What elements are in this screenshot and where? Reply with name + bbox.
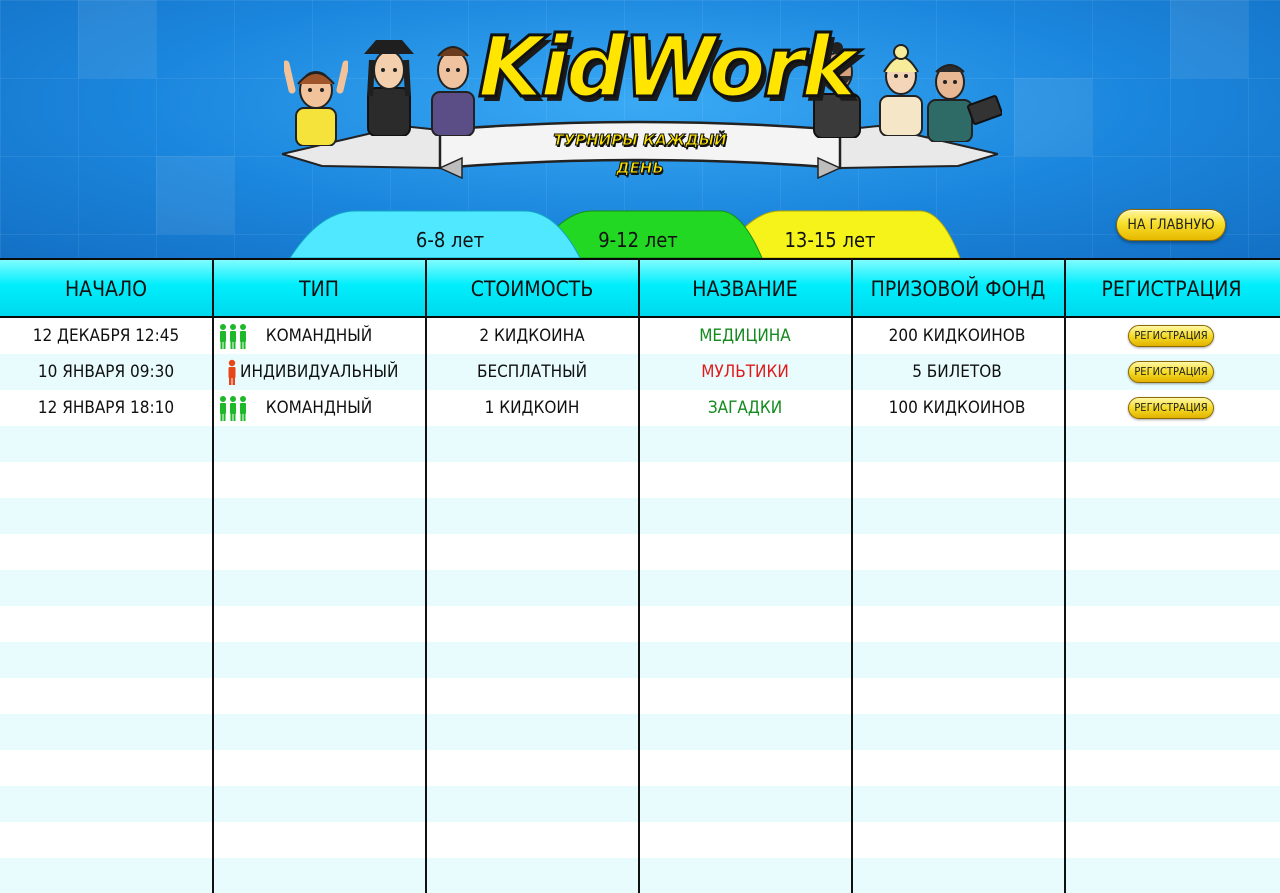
person-icon: [228, 359, 236, 385]
tournament-table: 12 ДЕКАБРЯ 12:45 КОМАНДНЫЙ 2 КИДКОИНА МЕ…: [0, 258, 1280, 893]
tab-9-12[interactable]: 9-12 лет: [558, 225, 718, 255]
column-header-type[interactable]: ТИП: [213, 260, 425, 316]
register-button[interactable]: РЕГИСТРАЦИЯ: [1128, 325, 1214, 347]
cell-cost: 2 КИДКОИНА: [479, 326, 585, 346]
character-girl-wreath: [284, 60, 348, 146]
column-divider: [1064, 258, 1066, 893]
table-row: [0, 462, 1280, 498]
column-header-start[interactable]: НАЧАЛО: [0, 260, 212, 316]
table-row: [0, 606, 1280, 642]
column-header-name[interactable]: НАЗВАНИЕ: [639, 260, 851, 316]
table-header: НАЧАЛО ТИП СТОИМОСТЬ НАЗВАНИЕ ПРИЗОВОЙ Ф…: [0, 258, 1280, 318]
cell-start: 10 ЯНВАРЯ 09:30: [37, 362, 175, 382]
table-row: [0, 714, 1280, 750]
table-row: [0, 678, 1280, 714]
table-row: [0, 426, 1280, 462]
cell-name: МЕДИЦИНА: [699, 326, 791, 346]
cell-start: 12 ДЕКАБРЯ 12:45: [32, 326, 180, 346]
table-row: [0, 750, 1280, 786]
character-blonde-woman: [879, 44, 923, 136]
table-row: [0, 822, 1280, 858]
bg-tile: [1014, 78, 1092, 156]
cell-name: ЗАГАДКИ: [707, 398, 783, 418]
bg-tile: [1170, 0, 1248, 78]
cell-prize: 5 БИЛЕТОВ: [912, 362, 1002, 382]
cell-start: 12 ЯНВАРЯ 18:10: [37, 398, 175, 418]
table-row: [0, 858, 1280, 893]
column-header-registration[interactable]: РЕГИСТРАЦИЯ: [1065, 260, 1278, 316]
table-row: [0, 570, 1280, 606]
cell-prize: 200 КИДКОИНОВ: [888, 326, 1026, 346]
kidwork-logo: KidWork: [477, 17, 859, 118]
character-boy-scarf: [431, 46, 475, 136]
tab-13-15[interactable]: 13-15 лет: [750, 225, 910, 255]
cell-cost: БЕСПЛАТНЫЙ: [476, 362, 588, 382]
register-button[interactable]: РЕГИСТРАЦИЯ: [1128, 397, 1214, 419]
column-divider: [638, 258, 640, 893]
character-man-laptop: [927, 64, 1002, 142]
cell-type: КОМАНДНЫЙ: [265, 326, 373, 346]
table-body: 12 ДЕКАБРЯ 12:45 КОМАНДНЫЙ 2 КИДКОИНА МЕ…: [0, 318, 1280, 893]
bg-tile: [156, 156, 234, 234]
team-icon: [220, 324, 246, 349]
cell-type: ИНДИВИДУАЛЬНЫЙ: [240, 362, 399, 382]
cell-type: КОМАНДНЫЙ: [265, 398, 373, 418]
table-row: [0, 534, 1280, 570]
cell-name: МУЛЬТИКИ: [701, 362, 789, 382]
team-icon: [220, 396, 246, 421]
cell-prize: 100 КИДКОИНОВ: [888, 398, 1026, 418]
column-header-cost[interactable]: СТОИМОСТЬ: [426, 260, 638, 316]
table-row: [0, 498, 1280, 534]
register-button[interactable]: РЕГИСТРАЦИЯ: [1128, 361, 1214, 383]
bg-tile: [78, 0, 156, 78]
cell-cost: 1 КИДКОИН: [484, 398, 580, 418]
ribbon-tagline: ТУРНИРЫ КАЖДЫЙ ДЕНЬ: [553, 131, 727, 178]
age-tabs: 6-8 лет 9-12 лет 13-15 лет: [280, 205, 980, 258]
column-divider: [212, 258, 214, 893]
table-row: [0, 786, 1280, 822]
column-divider: [851, 258, 853, 893]
home-button[interactable]: НА ГЛАВНУЮ: [1116, 209, 1226, 241]
character-woman-hat: [364, 40, 414, 136]
column-divider: [425, 258, 427, 893]
tab-6-8[interactable]: 6-8 лет: [370, 225, 530, 255]
header-banner: ТУРНИРЫ КАЖДЫЙ ДЕНЬ KidWork 6-8 лет 9-12…: [0, 0, 1280, 258]
column-header-prize[interactable]: ПРИЗОВОЙ ФОНД: [852, 260, 1064, 316]
table-row: [0, 642, 1280, 678]
